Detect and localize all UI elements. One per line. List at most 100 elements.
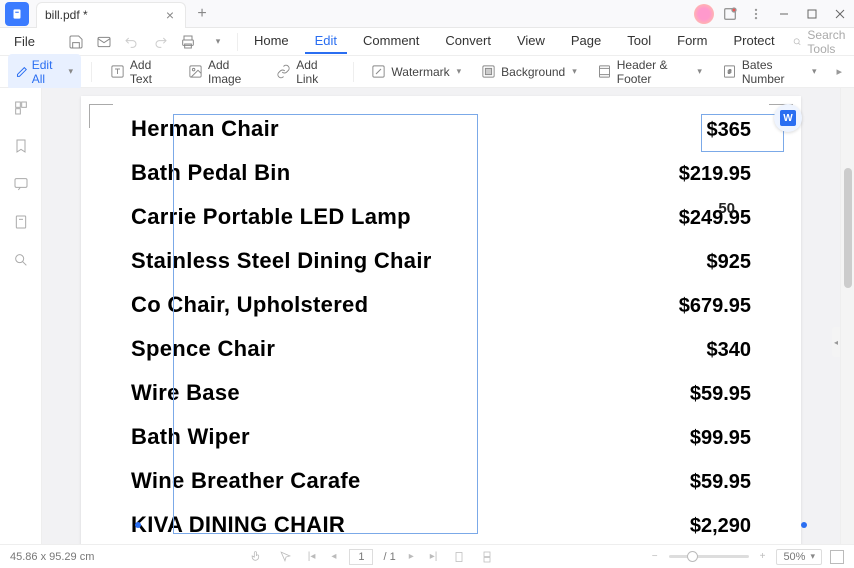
bill-row[interactable]: Herman Chair$365: [131, 116, 751, 142]
menu-tab-tool[interactable]: Tool: [617, 29, 661, 54]
bill-row[interactable]: Wire Base$59.95: [131, 380, 751, 406]
item-price: $99.95: [690, 427, 751, 450]
zoom-level-dropdown[interactable]: 50% ▾: [776, 549, 822, 565]
close-window-button[interactable]: [826, 0, 854, 28]
crop-mark: [89, 104, 113, 128]
zoom-in-icon[interactable]: +: [757, 551, 769, 562]
redo-icon[interactable]: [151, 33, 169, 51]
bill-row[interactable]: Co Chair, Upholstered $679.95: [131, 292, 751, 318]
menu-tab-protect[interactable]: Protect: [723, 29, 784, 54]
text-icon: [110, 64, 125, 79]
zoom-thumb[interactable]: [687, 551, 698, 562]
page-total: / 1: [383, 551, 395, 563]
notification-icon[interactable]: [720, 4, 740, 24]
item-name: Spence Chair: [131, 336, 275, 362]
first-page-icon[interactable]: |◂: [305, 551, 319, 562]
scrollbar-thumb[interactable]: [844, 168, 852, 288]
select-tool-icon[interactable]: [276, 550, 295, 563]
image-icon: [188, 64, 203, 79]
hand-tool-icon[interactable]: [247, 550, 266, 563]
edit-all-button[interactable]: Edit All ▾: [8, 54, 81, 90]
item-name: Wine Breather Carafe: [131, 468, 361, 494]
document-tab[interactable]: bill.pdf * ×: [36, 2, 186, 28]
add-image-button[interactable]: Add Image: [180, 54, 264, 90]
page-number-input[interactable]: [349, 549, 373, 565]
chevron-down-icon: ▾: [572, 66, 577, 77]
quick-access-more[interactable]: ▾: [209, 33, 227, 51]
menu-tab-comment[interactable]: Comment: [353, 29, 429, 54]
item-price: $925: [707, 251, 752, 274]
item-name: KIVA DINING CHAIR: [131, 512, 345, 538]
edit-all-label: Edit All: [32, 58, 63, 86]
item-name: Co Chair, Upholstered: [131, 292, 368, 318]
menu-tab-convert[interactable]: Convert: [435, 29, 501, 54]
item-price: $340: [707, 339, 752, 362]
print-icon[interactable]: [179, 33, 197, 51]
add-text-button[interactable]: Add Text: [102, 54, 176, 90]
item-name: Herman Chair: [131, 116, 279, 142]
search-tools[interactable]: Search Tools: [785, 28, 854, 56]
cursor-position: 45.86 x 95.29 cm: [10, 551, 94, 563]
watermark-icon: [371, 64, 386, 79]
bill-row[interactable]: Wine Breather Carafe$59.95: [131, 468, 751, 494]
vertical-scrollbar[interactable]: [840, 88, 854, 566]
selection-handle[interactable]: [135, 522, 141, 528]
item-name: Stainless Steel Dining Chair: [131, 248, 432, 274]
bookmark-icon[interactable]: [11, 136, 31, 156]
bates-number-button[interactable]: # Bates Number ▾: [714, 54, 825, 90]
undo-icon[interactable]: [123, 33, 141, 51]
item-price: $679.95: [679, 295, 751, 318]
menu-tab-view[interactable]: View: [507, 29, 555, 54]
zoom-out-icon[interactable]: −: [649, 551, 661, 562]
search-panel-icon[interactable]: [11, 250, 31, 270]
new-tab-button[interactable]: +: [190, 2, 214, 26]
continuous-page-icon[interactable]: [478, 551, 496, 563]
close-tab-icon[interactable]: ×: [163, 8, 177, 22]
bill-row[interactable]: Bath Pedal Bin$219.95: [131, 160, 751, 186]
svg-text:#: #: [728, 69, 732, 75]
menu-tab-form[interactable]: Form: [667, 29, 717, 54]
bill-row[interactable]: Carrie Portable LED Lamp$249.9550: [131, 204, 751, 230]
toolbar-more-icon[interactable]: ▸: [832, 65, 846, 78]
save-icon[interactable]: [67, 33, 85, 51]
link-icon: [276, 64, 291, 79]
word-icon: W: [780, 110, 796, 126]
bates-icon: #: [722, 64, 737, 79]
prev-page-icon[interactable]: ◂: [328, 551, 339, 562]
thumbnails-icon[interactable]: [11, 98, 31, 118]
bill-row[interactable]: Stainless Steel Dining Chair $925: [131, 248, 751, 274]
add-link-button[interactable]: Add Link: [268, 54, 342, 90]
header-footer-button[interactable]: Header & Footer ▾: [589, 54, 710, 90]
chevron-down-icon: ▾: [810, 551, 815, 562]
bill-row[interactable]: Spence Chair $340: [131, 336, 751, 362]
chevron-down-icon: ▾: [457, 66, 462, 77]
user-avatar[interactable]: [694, 4, 714, 24]
app-logo: [5, 2, 29, 26]
menu-tab-page[interactable]: Page: [561, 29, 611, 54]
menu-tab-home[interactable]: Home: [244, 29, 299, 54]
minimize-button[interactable]: [770, 0, 798, 28]
background-button[interactable]: Background ▾: [473, 60, 585, 83]
fit-page-icon[interactable]: [830, 550, 844, 564]
item-price: $2,290: [690, 515, 751, 538]
selection-handle[interactable]: [801, 522, 807, 528]
watermark-button[interactable]: Watermark ▾: [363, 60, 469, 83]
bill-row[interactable]: Bath Wiper$99.95: [131, 424, 751, 450]
comments-icon[interactable]: [11, 174, 31, 194]
attachments-icon[interactable]: [11, 212, 31, 232]
pencil-icon: [16, 65, 28, 79]
expand-right-panel[interactable]: ◂: [832, 327, 840, 357]
more-icon[interactable]: [746, 4, 766, 24]
file-menu[interactable]: File: [4, 30, 45, 53]
last-page-icon[interactable]: ▸|: [427, 551, 441, 562]
bill-row[interactable]: KIVA DINING CHAIR $2,290: [131, 512, 751, 538]
next-page-icon[interactable]: ▸: [406, 551, 417, 562]
single-page-icon[interactable]: [450, 551, 468, 563]
export-word-button[interactable]: W: [774, 104, 802, 132]
item-name: Wire Base: [131, 380, 240, 406]
document-page[interactable]: Herman Chair$365 Bath Pedal Bin$219.95 Car…: [81, 96, 801, 566]
menu-tab-edit[interactable]: Edit: [305, 29, 347, 54]
maximize-button[interactable]: [798, 0, 826, 28]
zoom-slider[interactable]: [669, 555, 749, 558]
mail-icon[interactable]: [95, 33, 113, 51]
